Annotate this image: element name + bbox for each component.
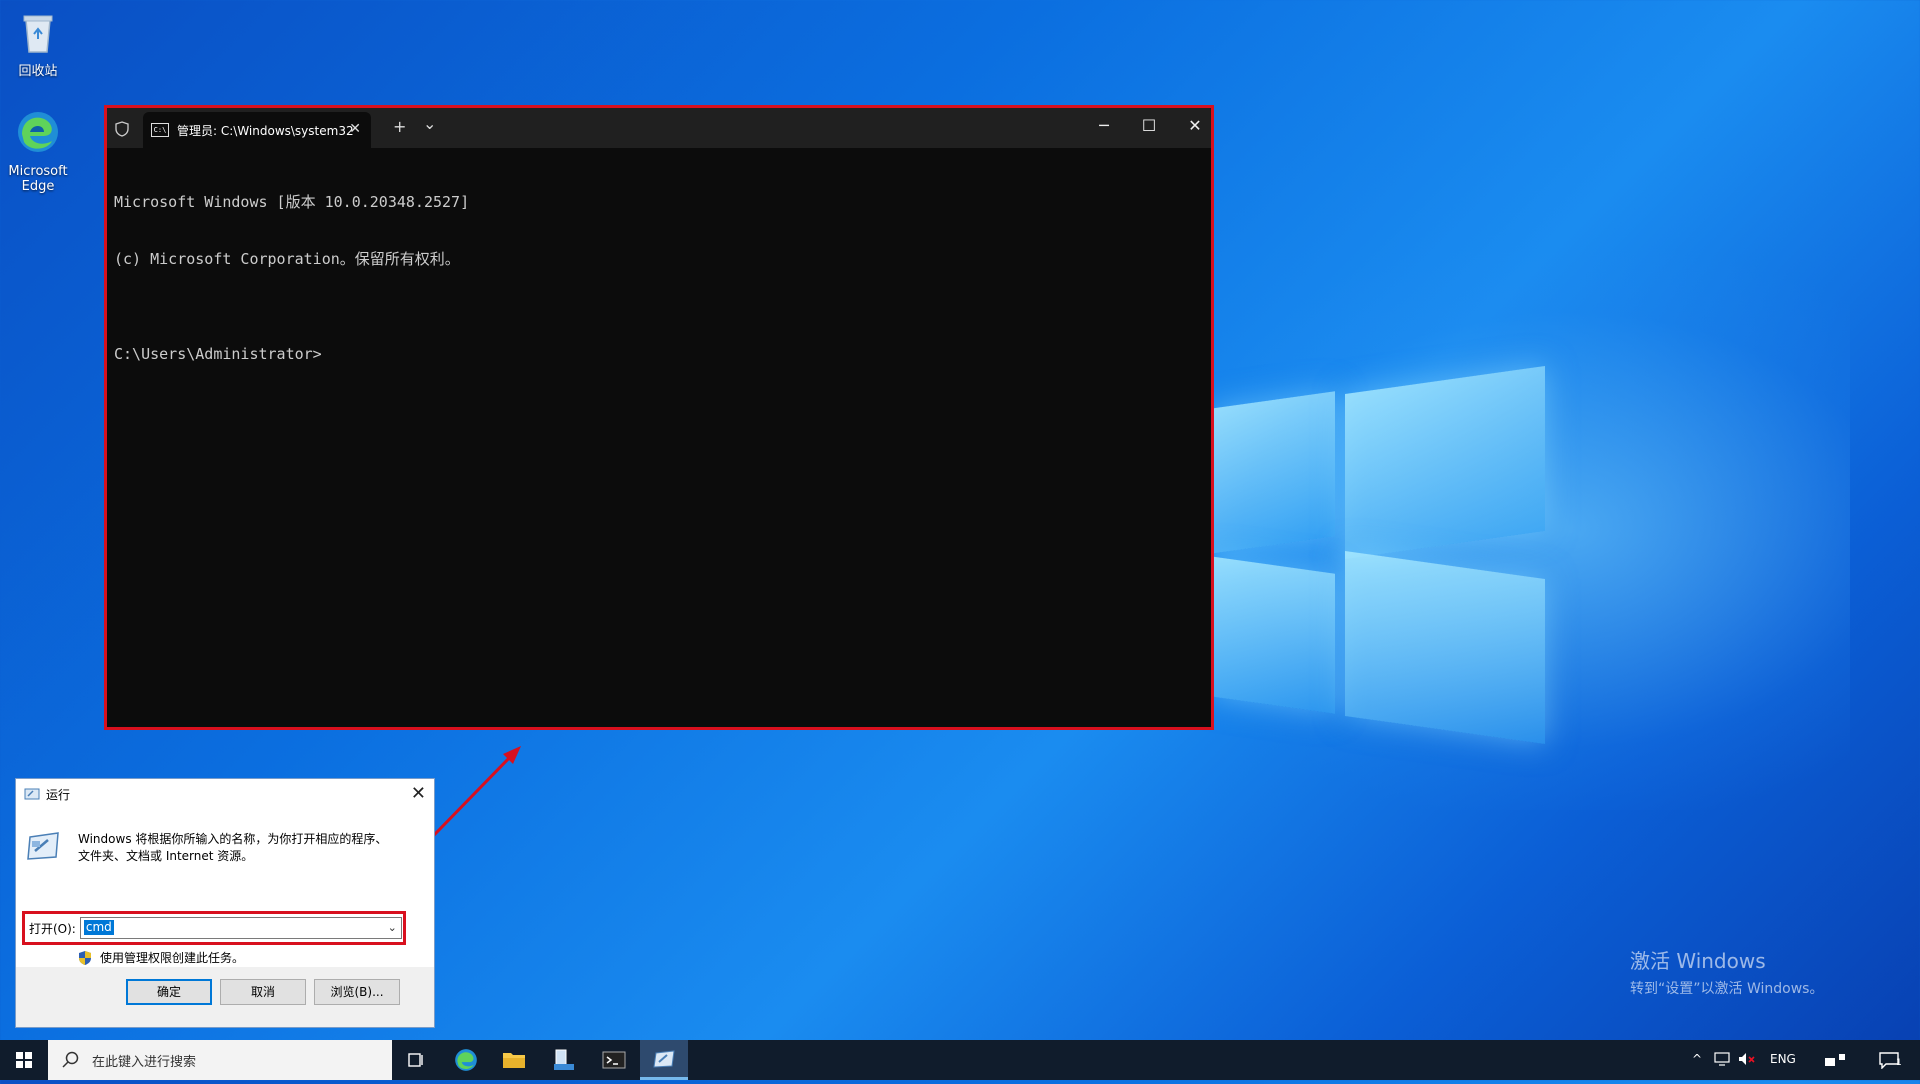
terminal-tab[interactable]: C:\ 管理员: C:\Windows\system32 ✕ <box>143 112 371 148</box>
cmd-icon: C:\ <box>151 123 169 137</box>
terminal-line: Microsoft Windows [版本 10.0.20348.2527] <box>114 193 470 211</box>
taskbar-terminal[interactable] <box>590 1040 638 1080</box>
admin-notice: 使用管理权限创建此任务。 <box>78 949 244 966</box>
new-tab-button[interactable]: + <box>393 117 406 136</box>
uac-shield-icon <box>79 950 91 965</box>
taskbar-search[interactable]: 在此键入进行搜索 <box>48 1040 392 1080</box>
watermark-subtitle: 转到“设置”以激活 Windows。 <box>1630 981 1824 997</box>
search-placeholder: 在此键入进行搜索 <box>92 1054 197 1070</box>
chevron-down-icon[interactable]: ⌄ <box>388 921 397 934</box>
open-field-highlight: 打开(O): cmd ⌄ <box>22 911 406 945</box>
run-content: Windows 将根据你所输入的名称，为你打开相应的程序、 文件夹、文档或 In… <box>16 809 434 967</box>
open-input[interactable]: cmd ⌄ <box>79 917 402 939</box>
run-description: Windows 将根据你所输入的名称，为你打开相应的程序、 文件夹、文档或 In… <box>78 831 387 865</box>
desktop-icon-label: Microsoft Edge <box>8 164 68 194</box>
folder-icon <box>503 1053 525 1068</box>
system-tray: ^ ENG 1 <box>1670 1040 1920 1080</box>
taskbar: 在此键入进行搜索 ^ ENG 1 <box>0 1040 1920 1080</box>
run-description-line: 文件夹、文档或 Internet 资源。 <box>78 849 254 863</box>
terminal-icon <box>602 1051 626 1069</box>
maximize-button[interactable]: ☐ <box>1137 116 1161 135</box>
edge-icon <box>18 112 58 152</box>
task-view-button[interactable] <box>392 1040 440 1080</box>
taskbar-run[interactable] <box>640 1040 688 1080</box>
terminal-titlebar[interactable]: C:\ 管理员: C:\Windows\system32 ✕ + ⌄ ─ ☐ ✕ <box>107 108 1211 148</box>
run-dialog[interactable]: 运行 ✕ Windows 将根据你所输入的名称，为你打开相应的程序、 文件夹、文… <box>15 778 435 1028</box>
tab-title: 管理员: C:\Windows\system32 <box>177 123 354 138</box>
run-title: 运行 <box>46 787 71 802</box>
ok-button[interactable]: 确定 <box>126 979 212 1005</box>
tab-close-icon[interactable]: ✕ <box>349 121 361 137</box>
recycle-bin-icon <box>23 15 53 53</box>
desktop-icon-microsoft-edge[interactable]: Microsoft Edge <box>0 108 78 194</box>
taskbar-file-explorer[interactable] <box>490 1040 538 1080</box>
desktop-icon-recycle-bin[interactable]: 回收站 <box>0 8 78 79</box>
activation-watermark: 激活 Windows 转到“设置”以激活 Windows。 <box>1630 945 1823 998</box>
tab-dropdown-button[interactable]: ⌄ <box>423 114 436 133</box>
terminal-prompt: C:\Users\Administrator> <box>114 345 322 363</box>
network-icon[interactable] <box>1714 1052 1730 1066</box>
show-desktop-icon[interactable] <box>1825 1054 1851 1066</box>
run-titlebar[interactable]: 运行 ✕ <box>16 779 434 809</box>
open-input-value[interactable]: cmd <box>83 920 114 935</box>
notification-count: 1 <box>1896 1058 1902 1068</box>
edge-icon <box>455 1049 477 1071</box>
admin-notice-text: 使用管理权限创建此任务。 <box>100 951 245 965</box>
run-app-icon <box>27 832 59 860</box>
terminal-window[interactable]: C:\ 管理员: C:\Windows\system32 ✕ + ⌄ ─ ☐ ✕… <box>104 105 1214 730</box>
terminal-output[interactable]: Microsoft Windows [版本 10.0.20348.2527] (… <box>107 148 1211 402</box>
start-button[interactable] <box>0 1040 48 1080</box>
taskbar-server-manager[interactable] <box>540 1040 588 1080</box>
run-icon <box>653 1049 675 1068</box>
cancel-button[interactable]: 取消 <box>220 979 306 1005</box>
search-icon <box>62 1051 79 1068</box>
windows-logo-wallpaper <box>1210 365 1550 745</box>
desktop-icon-label: 回收站 <box>18 64 58 79</box>
run-icon <box>24 788 40 800</box>
server-manager-icon <box>554 1049 574 1070</box>
chevron-up-icon[interactable]: ^ <box>1692 1052 1702 1066</box>
taskbar-edge[interactable] <box>442 1040 490 1080</box>
open-label: 打开(O): <box>29 921 76 936</box>
run-description-line: Windows 将根据你所输入的名称，为你打开相应的程序、 <box>78 832 388 846</box>
terminal-line: (c) Microsoft Corporation。保留所有权利。 <box>114 250 460 268</box>
minimize-button[interactable]: ─ <box>1092 116 1116 135</box>
language-indicator[interactable]: ENG <box>1770 1052 1796 1066</box>
run-close-button[interactable]: ✕ <box>411 783 426 804</box>
admin-shield-icon <box>115 121 129 137</box>
browse-button[interactable]: 浏览(B)... <box>314 979 400 1005</box>
windows-start-icon <box>16 1052 32 1068</box>
watermark-title: 激活 Windows <box>1630 949 1766 973</box>
volume-muted-icon[interactable] <box>1738 1052 1756 1066</box>
close-button[interactable]: ✕ <box>1183 116 1207 135</box>
task-view-icon <box>408 1053 423 1067</box>
